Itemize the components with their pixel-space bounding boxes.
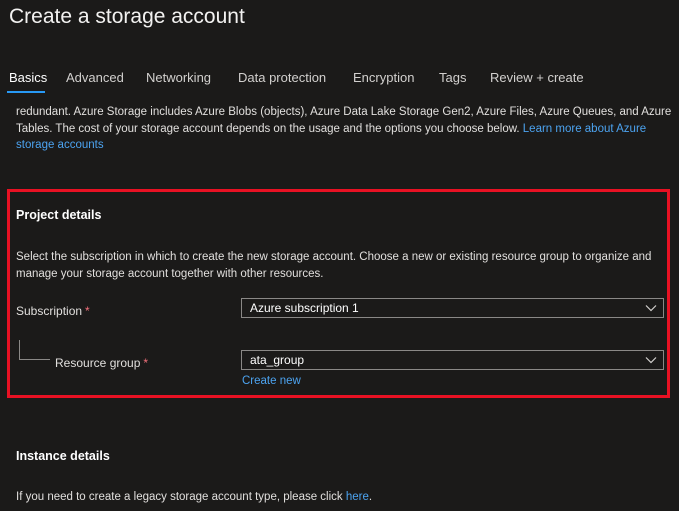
intro-line-2-text: Tables. The cost of your storage account… [16,122,523,135]
active-tab-indicator [7,91,45,93]
required-mark: * [85,304,90,318]
subscription-select[interactable]: Azure subscription 1 [241,298,664,318]
tab-review-create[interactable]: Review + create [490,70,584,85]
subscription-label-text: Subscription [16,304,83,318]
description-line-2: manage your storage account together wit… [16,267,324,280]
resource-group-label: Resource group * [55,356,148,370]
instance-details-heading: Instance details [16,449,110,463]
legacy-account-text: If you need to create a legacy storage a… [16,491,372,503]
description-line-1: Select the subscription in which to crea… [16,251,652,263]
subscription-label: Subscription * [16,304,90,318]
project-details-heading: Project details [16,208,102,222]
page-title: Create a storage account [9,5,245,28]
subscription-value: Azure subscription 1 [250,301,359,315]
resource-group-select[interactable]: ata_group [241,350,664,370]
chevron-down-icon [645,357,657,364]
create-new-link[interactable]: Create new [242,375,301,387]
tab-tags[interactable]: Tags [439,70,466,85]
legacy-text: If you need to create a legacy storage a… [16,491,346,503]
chevron-down-icon [645,305,657,312]
intro-line-1: redundant. Azure Storage includes Azure … [16,106,671,118]
learn-more-link[interactable]: Learn more about Azure [523,123,646,135]
required-mark: * [143,356,149,370]
tab-networking[interactable]: Networking [146,70,211,85]
tab-bar: Basics Advanced Networking Data protecti… [0,64,679,94]
resource-group-value: ata_group [250,353,305,367]
learn-more-link-continued[interactable]: storage accounts [16,139,104,151]
legacy-here-link[interactable]: here [346,491,369,503]
tab-data-protection[interactable]: Data protection [238,70,326,85]
intro-line-2: Tables. The cost of your storage account… [16,121,671,138]
tab-advanced[interactable]: Advanced [66,70,124,85]
intro-text: redundant. Azure Storage includes Azure … [16,104,671,154]
tree-connector [19,340,50,360]
intro-line-3: storage accounts [16,137,671,154]
resource-group-label-text: Resource group [55,356,141,370]
project-details-description: Select the subscription in which to crea… [16,249,668,282]
tab-basics[interactable]: Basics [9,70,47,85]
legacy-text-end: . [368,491,373,503]
tab-encryption[interactable]: Encryption [353,70,414,85]
